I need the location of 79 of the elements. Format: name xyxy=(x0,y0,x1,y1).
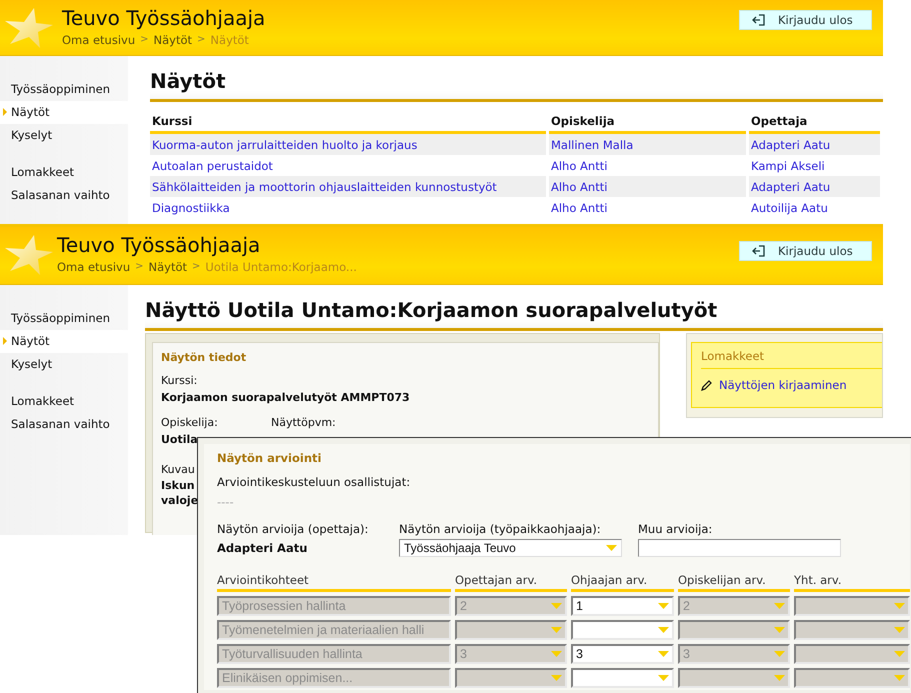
sidebar-item[interactable]: Salasanan vaihto xyxy=(0,413,128,436)
dropdown-arrow-icon xyxy=(658,651,669,657)
field-value: Adapteri Aatu xyxy=(217,540,308,557)
field-label: Arviointikeskusteluun osallistujat: xyxy=(217,474,412,491)
field-label: Näytön arvioija (opettaja): xyxy=(217,521,370,538)
field-label: Muu arvioija: xyxy=(638,521,714,538)
dropdown-arrow-icon xyxy=(774,651,785,657)
breadcrumb-separator: > xyxy=(192,260,200,274)
dropdown-arrow-icon xyxy=(894,627,905,633)
dropdown-arrow-icon xyxy=(658,675,669,681)
breadcrumb-link[interactable]: Oma etusivu xyxy=(62,33,136,47)
section-title: Näytön tiedot xyxy=(161,351,246,364)
breadcrumb-separator: > xyxy=(197,33,206,47)
field-value: ---- xyxy=(217,494,235,511)
selection-arrow-icon xyxy=(3,108,7,116)
sidebar-item[interactable]: Salasanan vaihto xyxy=(0,184,128,207)
app-title: Teuvo Työssäohjaaja xyxy=(62,5,266,31)
dropdown-arrow-icon xyxy=(774,627,785,633)
field-label: Näyttöpvm: xyxy=(271,415,336,431)
dropdown-arrow-icon xyxy=(894,675,905,681)
field-value: valoje xyxy=(161,493,198,508)
dropdown-arrow-icon xyxy=(658,603,669,609)
assessor-dropdown[interactable]: Työssäohjaaja Teuvo xyxy=(399,539,622,557)
dropdown-arrow-icon xyxy=(894,603,905,609)
dropdown-arrow-icon xyxy=(894,651,905,657)
field-label: Kurssi: xyxy=(161,373,198,389)
dropdown-arrow-icon xyxy=(606,545,617,551)
table-link[interactable]: Autoalan perustaidot xyxy=(152,158,273,172)
table-link[interactable]: Alho Antti xyxy=(551,158,608,172)
dropdown-arrow-icon xyxy=(774,675,785,681)
column-header: Arviointikohteet xyxy=(217,572,451,592)
input-field[interactable] xyxy=(638,539,841,557)
page-title: Näytöt xyxy=(150,68,883,102)
column-header: Yht. arv. xyxy=(794,572,910,592)
sidebar-item[interactable]: Lomakkeet xyxy=(0,161,128,184)
dropdown-arrow-icon xyxy=(551,627,562,633)
logout-button[interactable]: Kirjaudu ulos xyxy=(739,10,872,30)
field-label: Kuvau xyxy=(161,462,195,478)
app-title: Teuvo Työssäohjaaja xyxy=(57,232,262,258)
sidebar-item[interactable]: Näytöt xyxy=(0,330,128,353)
dropdown-arrow-icon xyxy=(658,627,669,633)
breadcrumb-link[interactable]: Oma etusivu xyxy=(57,260,130,274)
logout-icon xyxy=(752,14,766,26)
star-icon xyxy=(4,233,54,277)
table-link[interactable]: Alho Antti xyxy=(551,180,608,194)
field-value: Uotila xyxy=(161,432,198,448)
breadcrumb-separator: > xyxy=(135,260,144,274)
table-link[interactable]: Kampi Akseli xyxy=(751,158,825,172)
breadcrumb-link[interactable]: Näytöt xyxy=(148,260,188,274)
selection-arrow-icon xyxy=(3,337,7,345)
dropdown-arrow-icon xyxy=(551,603,562,609)
field-label: Opiskelija: xyxy=(161,415,219,431)
dropdown-arrow-icon xyxy=(774,603,785,609)
table-link[interactable]: Diagnostiikka xyxy=(152,200,230,214)
table-link[interactable]: Autoilija Aatu xyxy=(751,200,828,214)
table-link[interactable]: Alho Antti xyxy=(551,200,608,214)
sidebar-item[interactable]: Työssäoppiminen xyxy=(0,78,128,101)
logout-button[interactable]: Kirjaudu ulos xyxy=(739,241,872,261)
column-header: Opettajan arv. xyxy=(455,572,567,592)
dropdown-arrow-icon xyxy=(551,675,562,681)
field-label: Näytön arvioija (työpaikkaohjaaja): xyxy=(399,521,602,538)
sidebar-item[interactable]: Lomakkeet xyxy=(0,390,128,413)
star-icon xyxy=(4,6,54,50)
sidebar-item[interactable]: Kyselyt xyxy=(0,353,128,376)
sidebar-item[interactable]: Näytöt xyxy=(0,101,128,124)
sidebar-item[interactable]: Kyselyt xyxy=(0,124,128,147)
logout-icon xyxy=(752,245,766,257)
forms-title: Lomakkeet xyxy=(701,349,882,369)
column-header: Opiskelijan arv. xyxy=(678,572,790,592)
dropdown-arrow-icon xyxy=(551,651,562,657)
breadcrumb-separator: > xyxy=(140,33,149,47)
sidebar-item[interactable]: Työssäoppiminen xyxy=(0,307,128,330)
form-link[interactable]: Näyttöjen kirjaaminen xyxy=(701,378,882,392)
field-value: Korjaamon suorapalvelutyöt AMMPT073 xyxy=(161,390,410,406)
breadcrumb-link[interactable]: Näytöt xyxy=(154,33,192,47)
field-value: Iskun xyxy=(161,478,195,493)
column-header: Ohjaajan arv. xyxy=(571,572,674,592)
section-title: Näytön arviointi xyxy=(217,451,322,465)
pencil-icon xyxy=(701,380,712,390)
